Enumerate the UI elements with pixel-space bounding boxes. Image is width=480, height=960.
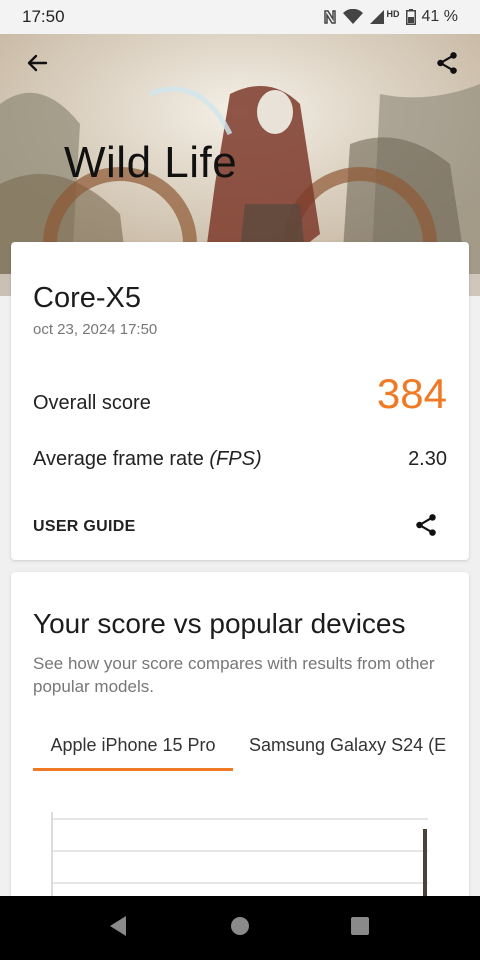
share-button-top[interactable] xyxy=(432,50,462,80)
status-time: 17:50 xyxy=(22,7,65,26)
comparison-chart xyxy=(51,812,428,902)
wifi-icon xyxy=(342,9,363,25)
overall-score-value: 384 xyxy=(376,370,447,417)
nav-home-button[interactable] xyxy=(228,916,252,940)
user-guide-button[interactable]: USER GUIDE xyxy=(33,518,136,536)
fps-label-unit: (FPS) xyxy=(209,448,262,470)
status-bar: 17:50 HD 41 % xyxy=(0,0,480,34)
overall-score-label: Overall score xyxy=(33,392,151,414)
result-date: oct 23, 2024 17:50 xyxy=(33,321,158,338)
fps-label-prefix: Average frame rate xyxy=(33,448,210,470)
nav-back-button[interactable] xyxy=(106,915,130,942)
chart-bar xyxy=(423,829,427,902)
share-result-button[interactable] xyxy=(411,512,441,542)
arrow-left-icon xyxy=(25,51,49,80)
back-button[interactable] xyxy=(22,50,52,80)
active-tab-indicator xyxy=(33,768,233,771)
nav-recents-button[interactable] xyxy=(348,916,372,940)
device-tabs: Apple iPhone 15 Pro Samsung Galaxy S24 (… xyxy=(33,728,469,772)
nfc-icon xyxy=(323,9,337,25)
fps-label: Average frame rate (FPS) xyxy=(33,448,262,471)
device-name: Core-X5 xyxy=(33,282,141,314)
share-icon xyxy=(434,50,460,81)
tab-samsung-galaxy-s24[interactable]: Samsung Galaxy S24 (E xyxy=(249,728,446,770)
fps-value: 2.30 xyxy=(408,448,447,470)
signal-icon xyxy=(369,9,385,25)
result-card: Core-X5 oct 23, 2024 17:50 Overall score… xyxy=(11,242,469,560)
compare-title: Your score vs popular devices xyxy=(33,608,406,639)
system-nav-bar xyxy=(0,896,480,960)
status-icons: HD 41 % xyxy=(323,8,458,26)
battery-icon xyxy=(405,9,416,25)
nav-home-icon xyxy=(230,916,250,941)
share-icon xyxy=(413,512,439,543)
compare-description: See how your score compares with results… xyxy=(33,654,435,696)
compare-card: Your score vs popular devices See how yo… xyxy=(11,572,469,902)
nav-recents-icon xyxy=(350,916,370,941)
network-type-label: HD xyxy=(386,9,400,19)
benchmark-title: Wild Life xyxy=(64,138,238,187)
battery-percent: 41 % xyxy=(421,8,458,25)
nav-back-icon xyxy=(108,915,128,942)
tab-apple-iphone-15-pro[interactable]: Apple iPhone 15 Pro xyxy=(33,728,233,770)
